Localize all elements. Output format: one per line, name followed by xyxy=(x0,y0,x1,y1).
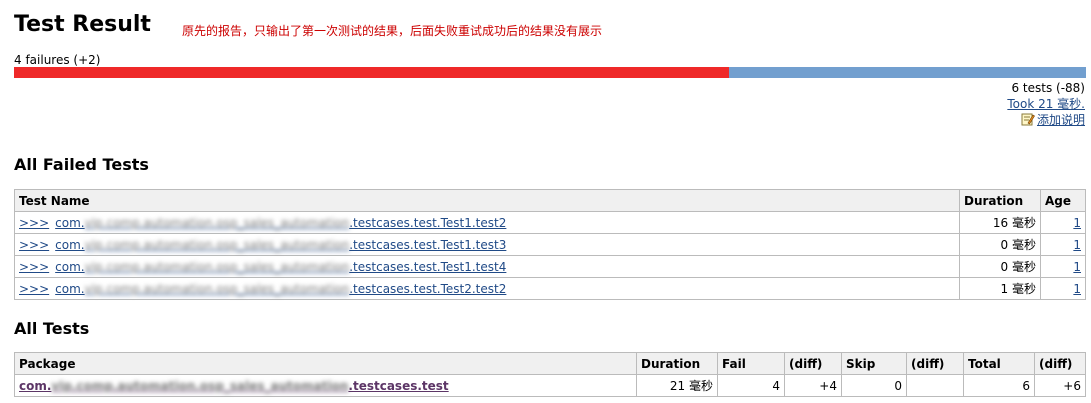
test-link[interactable]: com.vip.comp.automation.osp_sales_automa… xyxy=(55,216,506,230)
redacted-text: vip.comp.automation.osp_sales_automation xyxy=(84,215,350,230)
table-header-row: Test Name Duration Age xyxy=(14,189,1086,212)
test-link[interactable]: com.vip.comp.automation.osp_sales_automa… xyxy=(55,260,506,274)
fail-diff-cell: +4 xyxy=(784,374,842,397)
failed-tests-table: Test Name Duration Age >>> com.vip.comp.a… xyxy=(14,189,1086,300)
age-link[interactable]: 1 xyxy=(1073,238,1081,252)
col-test-name[interactable]: Test Name xyxy=(14,189,960,212)
test-name-cell: >>> com.vip.comp.automation.osp_sales_aut… xyxy=(14,255,960,278)
duration-cell: 0 毫秒 xyxy=(959,255,1041,278)
duration-cell: 0 毫秒 xyxy=(959,233,1041,256)
total-cell: 6 xyxy=(963,374,1035,397)
expand-arrow-link[interactable]: >>> xyxy=(19,260,49,274)
annotation-note: 原先的报告，只输出了第一次测试的结果，后面失败重试成功后的结果没有展示 xyxy=(182,24,603,38)
redacted-text: vip.comp.automation.osp_sales_automation xyxy=(84,281,350,296)
table-row: >>> com.vip.comp.automation.osp_sales_aut… xyxy=(14,255,1086,278)
col-fail[interactable]: Fail xyxy=(717,352,785,375)
failed-tests-heading: All Failed Tests xyxy=(14,155,149,174)
col-duration[interactable]: Duration xyxy=(636,352,718,375)
age-link[interactable]: 1 xyxy=(1073,282,1081,296)
duration-cell: 21 毫秒 xyxy=(636,374,718,397)
expand-arrow-link[interactable]: >>> xyxy=(19,282,49,296)
failures-summary: 4 failures (+2) xyxy=(14,53,101,67)
col-duration[interactable]: Duration xyxy=(959,189,1041,212)
col-package[interactable]: Package xyxy=(14,352,637,375)
all-tests-table: Package Duration Fail (diff) Skip (diff)… xyxy=(14,352,1086,397)
took-link[interactable]: Took 21 毫秒. xyxy=(1007,97,1085,111)
progress-fail-segment xyxy=(14,67,730,78)
age-link[interactable]: 1 xyxy=(1073,260,1081,274)
tests-count: 6 tests (-88) xyxy=(1011,81,1085,95)
add-description-link[interactable]: 添加说明 xyxy=(1037,113,1085,127)
table-row: >>> com.vip.comp.automation.osp_sales_aut… xyxy=(14,233,1086,256)
fail-cell: 4 xyxy=(717,374,785,397)
duration-cell: 16 毫秒 xyxy=(959,211,1041,234)
age-cell: 1 xyxy=(1040,277,1086,300)
age-link[interactable]: 1 xyxy=(1073,216,1081,230)
age-cell: 1 xyxy=(1040,233,1086,256)
expand-arrow-link[interactable]: >>> xyxy=(19,238,49,252)
table-row: >>> com.vip.comp.automation.osp_sales_aut… xyxy=(14,211,1086,234)
table-header-row: Package Duration Fail (diff) Skip (diff)… xyxy=(14,352,1086,375)
redacted-text: vip.comp.automation.osp_sales_automation xyxy=(51,378,349,393)
duration-cell: 1 毫秒 xyxy=(959,277,1041,300)
test-name-cell: >>> com.vip.comp.automation.osp_sales_aut… xyxy=(14,233,960,256)
col-total-diff[interactable]: (diff) xyxy=(1034,352,1086,375)
test-progress-bar xyxy=(14,67,1086,78)
expand-arrow-link[interactable]: >>> xyxy=(19,216,49,230)
all-tests-heading: All Tests xyxy=(14,319,90,338)
total-diff-cell: +6 xyxy=(1034,374,1086,397)
redacted-text: vip.comp.automation.osp_sales_automation xyxy=(84,259,350,274)
skip-diff-cell xyxy=(906,374,964,397)
page-title: Test Result xyxy=(14,12,151,37)
col-age[interactable]: Age xyxy=(1040,189,1086,212)
age-cell: 1 xyxy=(1040,255,1086,278)
package-link[interactable]: com.vip.comp.automation.osp_sales_automa… xyxy=(19,379,449,393)
col-skip-diff[interactable]: (diff) xyxy=(906,352,964,375)
table-row: >>> com.vip.comp.automation.osp_sales_aut… xyxy=(14,277,1086,300)
redacted-text: vip.comp.automation.osp_sales_automation xyxy=(84,237,350,252)
test-link[interactable]: com.vip.comp.automation.osp_sales_automa… xyxy=(55,282,506,296)
test-name-cell: >>> com.vip.comp.automation.osp_sales_aut… xyxy=(14,211,960,234)
test-name-cell: >>> com.vip.comp.automation.osp_sales_aut… xyxy=(14,277,960,300)
col-fail-diff[interactable]: (diff) xyxy=(784,352,842,375)
edit-note-icon[interactable] xyxy=(1021,112,1035,130)
col-total[interactable]: Total xyxy=(963,352,1035,375)
table-row: com.vip.comp.automation.osp_sales_automa… xyxy=(14,374,1086,397)
col-skip[interactable]: Skip xyxy=(841,352,907,375)
skip-cell: 0 xyxy=(841,374,907,397)
age-cell: 1 xyxy=(1040,211,1086,234)
package-cell: com.vip.comp.automation.osp_sales_automa… xyxy=(14,374,637,397)
summary-panel: 6 tests (-88) Took 21 毫秒. 添加说明 xyxy=(1007,80,1085,130)
test-link[interactable]: com.vip.comp.automation.osp_sales_automa… xyxy=(55,238,506,252)
progress-pass-segment xyxy=(729,67,1086,78)
